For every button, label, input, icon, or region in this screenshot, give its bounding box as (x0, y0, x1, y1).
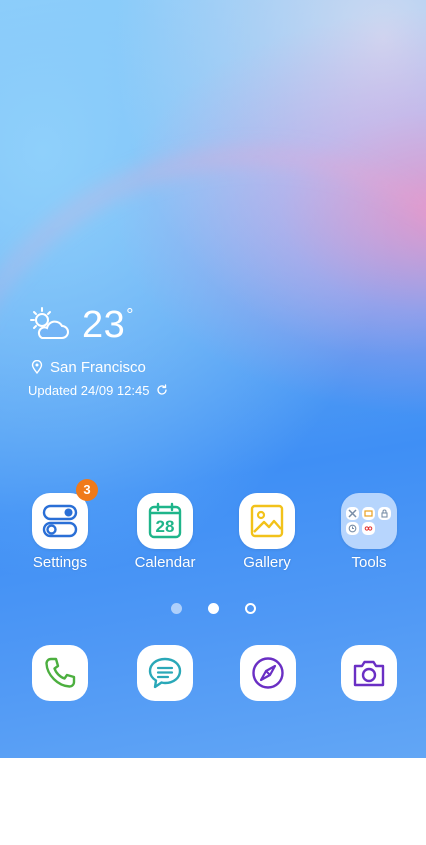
page-dot-2[interactable] (207, 603, 219, 614)
temperature-unit: ° (126, 305, 134, 325)
settings-tile[interactable]: 3 (32, 479, 98, 549)
refresh-icon[interactable] (156, 384, 168, 396)
mini-app-icon (362, 522, 375, 535)
app-label: Calendar (134, 554, 196, 571)
weather-widget[interactable]: 23° San Francisco Updated 24/09 12:45 (28, 305, 168, 398)
updated-row: Updated 24/09 12:45 (28, 382, 168, 398)
app-folder-tools[interactable]: Tools (329, 493, 409, 571)
gallery-icon (250, 504, 284, 538)
dock-internet[interactable] (240, 645, 296, 701)
mini-app-icon (362, 507, 375, 520)
location-row: San Francisco (28, 358, 168, 376)
location-name: San Francisco (50, 358, 146, 376)
app-label: Gallery (243, 554, 291, 571)
settings-icon (42, 504, 78, 538)
mini-app-icon (346, 522, 359, 535)
dock-messages[interactable] (137, 645, 193, 701)
compass-icon (252, 657, 284, 689)
updated-text: Updated 24/09 12:45 (28, 382, 150, 398)
calendar-tile[interactable]: 28 (137, 493, 193, 549)
gallery-tile[interactable] (239, 493, 295, 549)
app-calendar[interactable]: 28 Calendar (125, 493, 205, 571)
app-gallery[interactable]: Gallery (227, 493, 307, 571)
messages-icon (148, 657, 182, 689)
page-indicator[interactable] (0, 603, 426, 614)
temperature: 23° (82, 304, 134, 346)
phone-icon (45, 657, 76, 688)
page-dot-3[interactable] (244, 603, 256, 614)
camera-icon (353, 660, 385, 687)
location-pin-icon (31, 360, 43, 374)
calendar-date: 28 (156, 517, 175, 536)
mini-app-icon (378, 507, 391, 520)
calendar-icon: 28 (148, 502, 182, 539)
app-label: Settings (32, 554, 88, 571)
dock-camera[interactable] (341, 645, 397, 701)
partly-cloudy-icon (30, 307, 69, 339)
folder-icon (346, 507, 392, 535)
page-dot-1[interactable] (170, 603, 182, 614)
folder-tile[interactable] (341, 493, 397, 549)
notification-badge: 3 (76, 479, 98, 501)
app-label: Tools (351, 554, 387, 571)
app-settings[interactable]: 3 Settings (20, 479, 100, 571)
dock-phone[interactable] (32, 645, 88, 701)
mini-app-icon (346, 507, 359, 520)
